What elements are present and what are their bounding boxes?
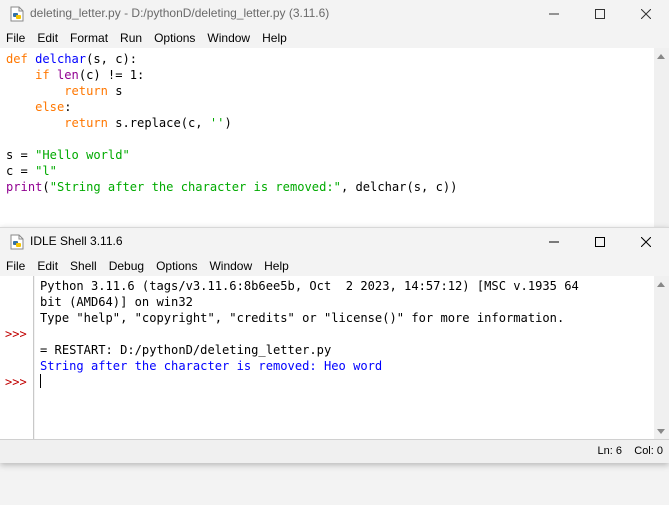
menu-edit[interactable]: Edit xyxy=(31,28,64,48)
close-button[interactable] xyxy=(623,0,669,28)
shell-window-title: IDLE Shell 3.11.6 xyxy=(30,234,123,248)
close-icon xyxy=(641,9,651,19)
editor-scrollbar[interactable] xyxy=(654,48,669,228)
code-line-9: print("String after the character is rem… xyxy=(6,180,458,194)
status-column-number: Col: 0 xyxy=(634,445,663,457)
maximize-icon xyxy=(595,9,605,19)
shell-banner-line: bit (AMD64)] on win32 xyxy=(40,295,193,309)
minimize-icon xyxy=(549,13,559,15)
shell-menu-edit[interactable]: Edit xyxy=(31,256,64,276)
shell-menu-options[interactable]: Options xyxy=(150,256,203,276)
code-line-1: def delchar(s, c): xyxy=(6,52,138,66)
shell-scrollbar[interactable] xyxy=(654,276,669,440)
menu-file[interactable]: File xyxy=(0,28,31,48)
shell-prompt: >>> xyxy=(5,327,27,341)
minimize-icon xyxy=(549,241,559,243)
shell-statusbar: Ln: 6 Col: 0 xyxy=(0,439,669,463)
code-line-5: return s.replace(c, '') xyxy=(64,116,232,130)
editor-titlebar[interactable]: deleting_letter.py - D:/pythonD/deleting… xyxy=(0,0,669,28)
shell-close-button[interactable] xyxy=(623,228,669,256)
code-editor-area[interactable]: def delchar(s, c): if len(c) != 1: retur… xyxy=(0,48,654,228)
maximize-button[interactable] xyxy=(577,0,623,28)
menu-help[interactable]: Help xyxy=(256,28,293,48)
scroll-down-icon[interactable] xyxy=(657,429,665,434)
text-cursor xyxy=(40,374,41,388)
shell-menubar: File Edit Shell Debug Options Window Hel… xyxy=(0,256,669,276)
menu-options[interactable]: Options xyxy=(148,28,201,48)
maximize-icon xyxy=(595,237,605,247)
shell-restart-line: = RESTART: D:/pythonD/deleting_letter.py xyxy=(40,343,332,357)
shell-maximize-button[interactable] xyxy=(577,228,623,256)
shell-menu-help[interactable]: Help xyxy=(258,256,295,276)
minimize-button[interactable] xyxy=(531,0,577,28)
code-line-2: if len(c) != 1: xyxy=(35,68,145,82)
shell-minimize-button[interactable] xyxy=(531,228,577,256)
status-line-number: Ln: 6 xyxy=(597,445,622,457)
shell-menu-debug[interactable]: Debug xyxy=(103,256,150,276)
shell-menu-shell[interactable]: Shell xyxy=(64,256,103,276)
code-lines: def delchar(s, c): if len(c) != 1: retur… xyxy=(6,51,457,195)
menu-run[interactable]: Run xyxy=(114,28,148,48)
shell-banner-line: Type "help", "copyright", "credits" or "… xyxy=(40,311,565,325)
shell-menu-file[interactable]: File xyxy=(0,256,31,276)
shell-lines: Python 3.11.6 (tags/v3.11.6:8b6ee5b, Oct… xyxy=(40,278,579,374)
code-line-7: s = "Hello world" xyxy=(6,148,130,162)
shell-menu-window[interactable]: Window xyxy=(203,256,258,276)
shell-banner-line: Python 3.11.6 (tags/v3.11.6:8b6ee5b, Oct… xyxy=(40,279,579,293)
python-shell-icon xyxy=(9,234,25,250)
editor-menubar: File Edit Format Run Options Window Help xyxy=(0,28,669,48)
close-icon xyxy=(641,237,651,247)
code-line-8: c = "l" xyxy=(6,164,57,178)
shell-prompt-gutter: >>> >>> xyxy=(0,276,34,440)
menu-format[interactable]: Format xyxy=(64,28,114,48)
menu-window[interactable]: Window xyxy=(201,28,256,48)
shell-window: IDLE Shell 3.11.6 File Edit Shell Debug … xyxy=(0,227,669,463)
code-line-4: else: xyxy=(35,100,72,114)
scroll-up-icon[interactable] xyxy=(657,282,665,287)
shell-titlebar[interactable]: IDLE Shell 3.11.6 xyxy=(0,228,669,256)
shell-prompt: >>> xyxy=(5,375,27,389)
shell-program-output: String after the character is removed: H… xyxy=(40,359,383,373)
code-line-3: return s xyxy=(64,84,123,98)
editor-window-title: deleting_letter.py - D:/pythonD/deleting… xyxy=(30,6,330,20)
scroll-up-icon[interactable] xyxy=(657,54,665,59)
shell-output-area[interactable]: Python 3.11.6 (tags/v3.11.6:8b6ee5b, Oct… xyxy=(35,276,654,440)
python-file-icon xyxy=(9,6,25,22)
